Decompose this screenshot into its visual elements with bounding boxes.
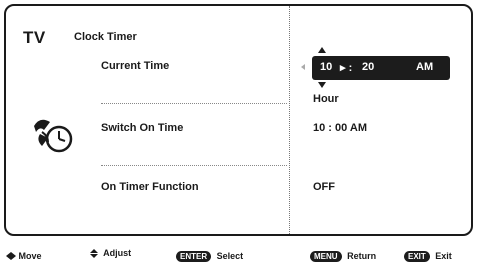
- exit-key-icon: EXIT: [404, 251, 430, 262]
- tv-source-label: TV: [23, 28, 46, 47]
- current-time-editor[interactable]: 10 ▸ : 20 AM: [312, 56, 450, 80]
- row-separator: [101, 103, 287, 104]
- edit-unit-label: Hour: [313, 93, 339, 105]
- hour-field[interactable]: 10: [320, 61, 332, 73]
- select-hint: ENTER Select: [176, 251, 243, 262]
- up-down-arrow-icon: [90, 249, 98, 258]
- on-timer-function-value[interactable]: OFF: [313, 181, 335, 193]
- select-hint-label: Select: [216, 251, 244, 261]
- minute-field[interactable]: 20: [362, 61, 374, 73]
- current-time-label: Current Time: [101, 60, 170, 72]
- adjust-hint: Adjust: [90, 248, 131, 258]
- adjust-hint-label: Adjust: [103, 248, 132, 258]
- cursor-right-icon: ▸ :: [340, 62, 353, 74]
- ampm-field[interactable]: AM: [416, 61, 433, 73]
- right-arrow-icon: [11, 252, 16, 260]
- enter-key-icon: ENTER: [176, 251, 212, 262]
- menu-key-icon: MENU: [310, 251, 342, 262]
- switch-on-time-label[interactable]: Switch On Time: [101, 122, 183, 134]
- return-hint-label: Return: [347, 251, 377, 261]
- return-hint: MENU Return: [310, 251, 376, 262]
- increase-arrow-icon[interactable]: [318, 47, 326, 53]
- key-guide-bar: Move Adjust ENTER Select MENU Return EXI…: [0, 247, 477, 267]
- left-arrow-icon[interactable]: [301, 64, 305, 70]
- on-timer-function-label[interactable]: On Timer Function: [101, 181, 199, 193]
- decrease-arrow-icon[interactable]: [318, 82, 326, 88]
- move-hint-label: Move: [18, 251, 42, 261]
- column-divider: [289, 6, 291, 234]
- exit-hint: EXIT Exit: [404, 251, 452, 262]
- menu-title: Clock Timer: [74, 31, 137, 43]
- tv-menu-panel: TV Clock Timer Current Time Switch On Ti…: [4, 4, 473, 236]
- row-separator: [101, 165, 287, 166]
- exit-hint-label: Exit: [435, 251, 452, 261]
- switch-on-time-value[interactable]: 10 : 00 AM: [313, 122, 367, 134]
- move-hint: Move: [6, 251, 42, 261]
- clock-timer-icon: [30, 112, 76, 156]
